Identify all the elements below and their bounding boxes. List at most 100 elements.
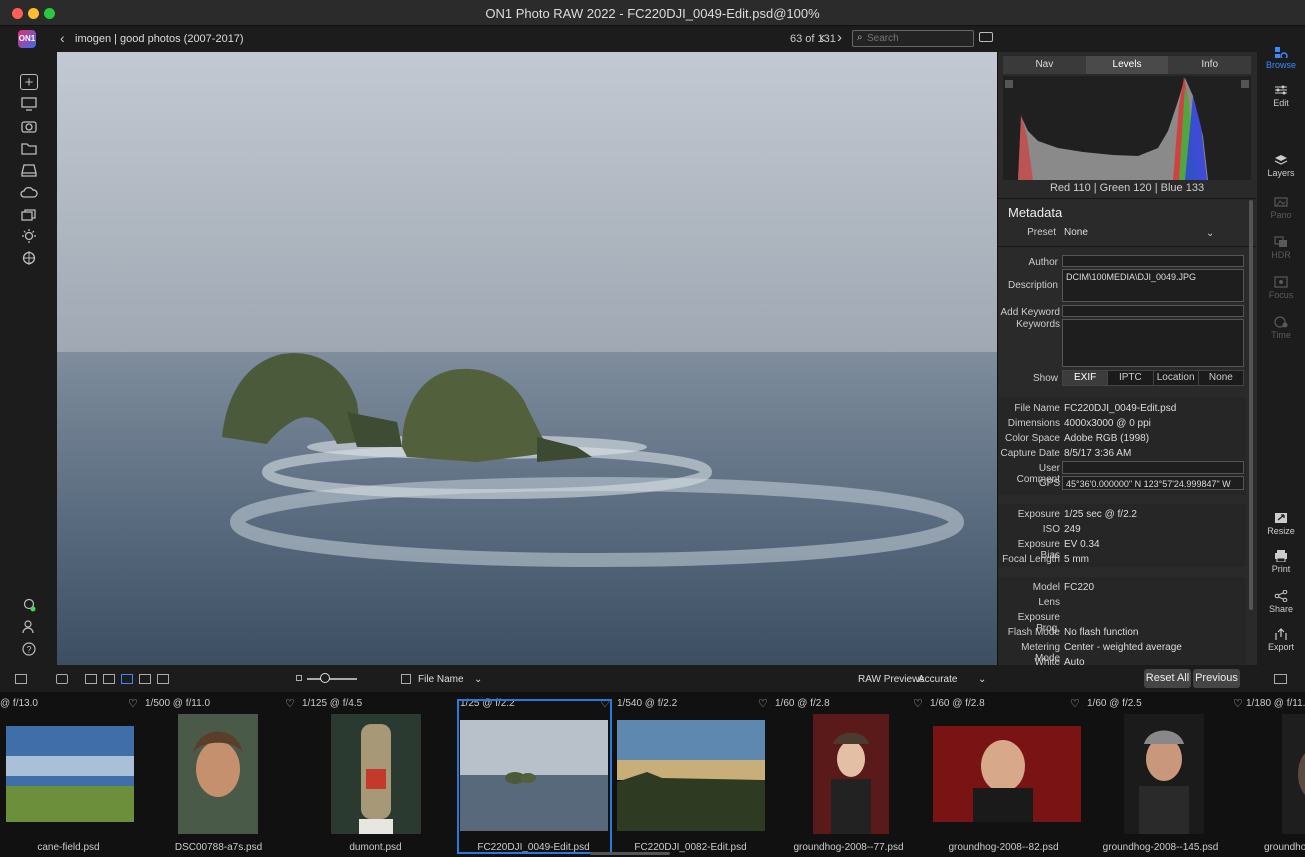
heart-icon[interactable]: ♡ xyxy=(285,697,295,710)
filmstrip-item[interactable]: ♡ 1/60 @ f/2.8 groundhog-2008--82.psd xyxy=(913,692,1082,857)
raw-previews-chevron-down-icon[interactable]: ⌄ xyxy=(978,674,986,685)
filter-icon[interactable] xyxy=(20,228,38,244)
camera-icon[interactable] xyxy=(20,118,38,134)
module-hdr[interactable]: HDR xyxy=(1257,236,1305,260)
albums-icon[interactable] xyxy=(20,206,38,222)
heart-icon[interactable]: ♡ xyxy=(758,697,768,710)
filmstrip-item[interactable]: ♡ 1/60 @ f/2.8 groundhog-2008--77.psd xyxy=(758,692,927,857)
module-focus[interactable]: Focus xyxy=(1257,276,1305,300)
monitor-icon[interactable] xyxy=(20,96,38,112)
filmstrip-item[interactable]: ♡ 1/500 @ f/11.0 DSC00788-a7s.psd xyxy=(128,692,297,857)
histogram xyxy=(1003,76,1251,180)
tab-levels[interactable]: Levels xyxy=(1085,56,1169,74)
detail-view-icon[interactable] xyxy=(103,674,115,684)
previous-photo-icon[interactable]: ‹ xyxy=(820,29,825,46)
cloud-icon[interactable] xyxy=(20,184,38,200)
raw-previews-value[interactable]: Accurate xyxy=(918,674,957,685)
author-field[interactable] xyxy=(1062,255,1244,267)
iso-label: ISO xyxy=(1042,524,1060,535)
filmstrip-filename: dumont.psd xyxy=(349,842,402,853)
module-browse[interactable]: Browse xyxy=(1257,46,1305,70)
share-icon xyxy=(1274,590,1288,602)
search-box[interactable]: ⌕ xyxy=(852,30,974,47)
back-chevron-icon[interactable]: ‹ xyxy=(60,30,65,46)
previous-button[interactable]: Previous xyxy=(1193,669,1240,688)
add-icon[interactable]: + xyxy=(20,74,38,91)
map-view-icon[interactable] xyxy=(157,674,169,684)
app-logo-icon[interactable]: ON1 xyxy=(18,30,36,48)
description-field[interactable]: DCIM\100MEDIA\DJI_0049.JPG xyxy=(1062,269,1244,302)
reset-all-button[interactable]: Reset All xyxy=(1144,669,1191,688)
filmstrip-item[interactable]: @ f/13.0 cane-field.psd xyxy=(0,692,147,857)
filmstrip-item[interactable]: ♡ 1/180 @ f/11.0 groundhog xyxy=(1233,692,1305,857)
left-toolbar: + ? xyxy=(0,52,57,665)
show-none-option[interactable]: None xyxy=(1199,371,1243,385)
person-icon[interactable] xyxy=(20,619,38,635)
sidebar-toggle-icon[interactable] xyxy=(15,674,27,684)
filmstrip-item[interactable]: ♡ 1/125 @ f/4.5 dumont.psd xyxy=(285,692,454,857)
filmstrip-item[interactable]: 1/540 @ f/2.2 FC220DJI_0082-Edit.psd xyxy=(612,692,769,857)
filmstrip-exposure: 1/500 @ f/11.0 xyxy=(145,698,211,709)
heart-icon[interactable]: ♡ xyxy=(1233,697,1243,710)
sort-chevron-down-icon[interactable]: ⌄ xyxy=(474,674,482,685)
drive-icon[interactable] xyxy=(20,162,38,178)
filmstrip-view-icon[interactable] xyxy=(121,674,133,684)
filmstrip-filename: groundhog-2008--145.psd xyxy=(1102,842,1219,853)
sort-label[interactable]: File Name xyxy=(418,674,464,685)
sync-status-icon[interactable] xyxy=(20,597,38,613)
thumbnail-image xyxy=(6,726,134,822)
heart-icon[interactable]: ♡ xyxy=(913,697,923,710)
filmstrip-scrollbar[interactable] xyxy=(590,852,670,855)
module-time[interactable]: Time xyxy=(1257,316,1305,340)
search-input[interactable] xyxy=(867,32,971,45)
dimensions-label: Dimensions xyxy=(1007,418,1060,429)
show-location-option[interactable]: Location xyxy=(1154,371,1199,385)
popout-window-icon[interactable] xyxy=(979,32,993,42)
show-iptc-option[interactable]: IPTC xyxy=(1108,371,1154,385)
filmstrip: @ f/13.0 cane-field.psd ♡ 1/500 @ f/11.0… xyxy=(0,692,1305,857)
capture-date-value: 8/5/17 3:36 AM xyxy=(1064,448,1132,459)
keywords-field[interactable] xyxy=(1062,319,1244,367)
module-share[interactable]: Share xyxy=(1257,590,1305,614)
filmstrip-exposure: 1/60 @ f/2.8 xyxy=(775,698,830,709)
photo-viewer[interactable] xyxy=(57,52,997,665)
preset-value[interactable]: None xyxy=(1064,227,1088,238)
raw-previews-label: RAW Previews xyxy=(858,674,925,685)
recent-icon[interactable] xyxy=(20,250,38,266)
show-exif-option[interactable]: EXIF xyxy=(1063,371,1109,385)
module-resize[interactable]: Resize xyxy=(1257,512,1305,536)
flash-mode-value: No flash function xyxy=(1064,627,1139,638)
panel-toggle-icon[interactable] xyxy=(1274,674,1287,684)
module-layers[interactable]: Layers xyxy=(1257,154,1305,178)
tab-info[interactable]: Info xyxy=(1168,56,1251,74)
filmstrip-item[interactable]: ♡ 1/60 @ f/2.5 groundhog-2008--145.psd xyxy=(1070,692,1239,857)
compare-view-icon[interactable] xyxy=(139,674,151,684)
grid-view-icon[interactable] xyxy=(85,674,97,684)
add-keyword-field[interactable] xyxy=(1062,305,1244,317)
sort-checkbox[interactable] xyxy=(401,674,411,684)
module-pano[interactable]: Pano xyxy=(1257,196,1305,220)
camera-section: Model FC220 Lens Exposure Prog. Flash Mo… xyxy=(998,577,1246,679)
tab-nav[interactable]: Nav xyxy=(1003,56,1086,74)
thumbnail-size-slider[interactable] xyxy=(307,678,357,680)
model-value: FC220 xyxy=(1064,582,1095,593)
iso-value: 249 xyxy=(1064,524,1081,535)
thumbnail-image xyxy=(178,714,258,834)
filmstrip-filename: DSC00788-a7s.psd xyxy=(174,842,263,853)
breadcrumb[interactable]: imogen | good photos (2007-2017) xyxy=(75,33,244,45)
heart-icon[interactable]: ♡ xyxy=(128,697,138,710)
chevron-down-icon[interactable]: ⌄ xyxy=(1206,228,1214,239)
module-edit[interactable]: Edit xyxy=(1257,84,1305,108)
filmstrip-toggle-icon[interactable] xyxy=(56,674,68,684)
module-print[interactable]: Print xyxy=(1257,550,1305,574)
heart-icon[interactable]: ♡ xyxy=(1070,697,1080,710)
folder-icon[interactable] xyxy=(20,140,38,156)
next-photo-icon[interactable]: › xyxy=(837,29,842,46)
user-comment-field[interactable] xyxy=(1062,461,1244,474)
module-export[interactable]: Export xyxy=(1257,628,1305,652)
help-icon[interactable]: ? xyxy=(20,641,38,657)
gps-field[interactable]: 45°36'0.000000" N 123°57'24.999847" W xyxy=(1062,476,1244,490)
exposure-value: 1/25 sec @ f/2.2 xyxy=(1064,509,1137,520)
panel-scrollbar[interactable] xyxy=(1249,200,1253,610)
slider-knob[interactable] xyxy=(320,673,330,683)
